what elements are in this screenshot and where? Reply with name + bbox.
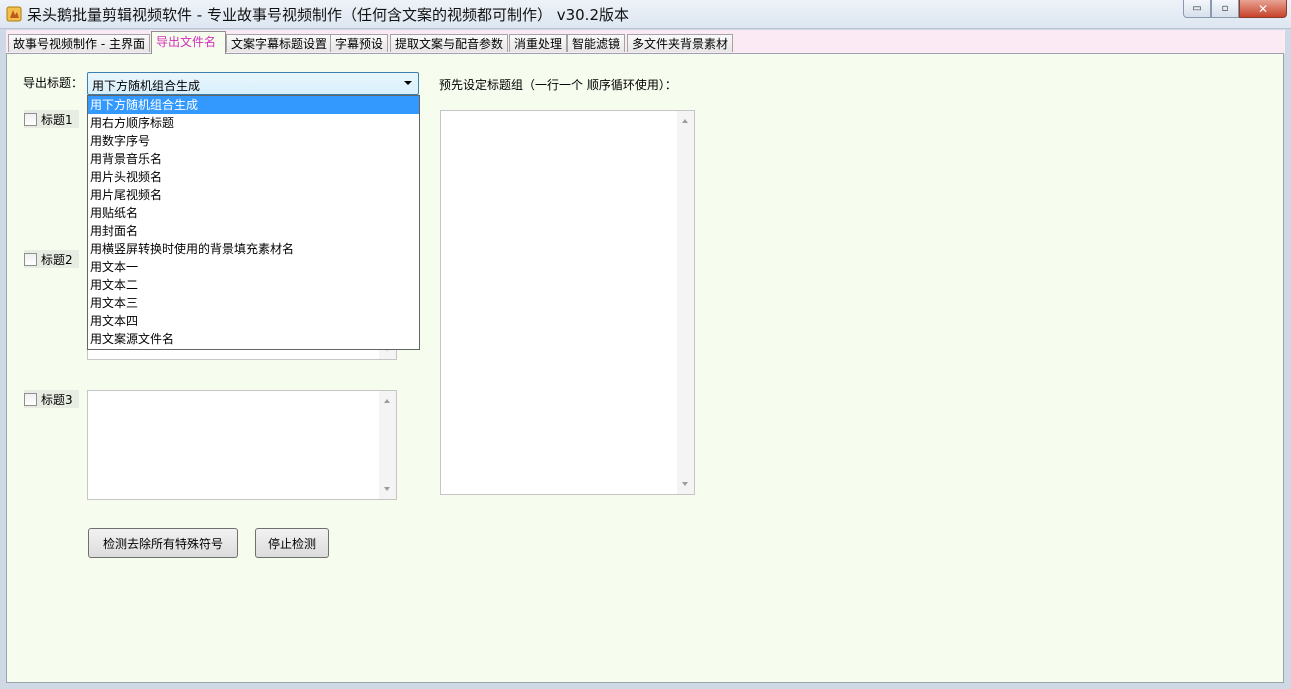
dropdown-option[interactable]: 用片头视频名 bbox=[88, 168, 419, 186]
preset-titles-textarea[interactable] bbox=[440, 110, 695, 495]
blurred-caption bbox=[808, 4, 812, 18]
dropdown-option[interactable]: 用数字序号 bbox=[88, 132, 419, 150]
dropdown-option[interactable]: 用横竖屏转换时使用的背景填充素材名 bbox=[88, 240, 419, 258]
preset-titles-label: 预先设定标题组（一行一个 顺序循环使用）： bbox=[439, 78, 677, 92]
title2-checkbox[interactable] bbox=[24, 252, 37, 266]
scroll-down-icon[interactable] bbox=[682, 482, 688, 486]
scroll-up-icon[interactable] bbox=[682, 119, 688, 123]
tab-multi-folder-bg[interactable]: 多文件夹背景素材 bbox=[627, 34, 734, 52]
title3-textarea[interactable] bbox=[87, 390, 397, 500]
title2-row[interactable]: 标题2 bbox=[24, 250, 79, 268]
export-title-label: 导出标题： bbox=[23, 76, 84, 90]
app-logo-icon bbox=[6, 6, 22, 22]
title3-checkbox[interactable] bbox=[24, 392, 37, 406]
dropdown-option[interactable]: 用片尾视频名 bbox=[88, 186, 419, 204]
preset-scrollbar[interactable] bbox=[677, 111, 694, 494]
tab-subtitle-presets[interactable]: 字幕预设 bbox=[330, 34, 389, 52]
close-button[interactable]: ✕ bbox=[1239, 0, 1287, 18]
title3-row[interactable]: 标题3 bbox=[24, 390, 79, 408]
combo-selected-value: 用下方随机组合生成 bbox=[92, 79, 201, 93]
title3-label: 标题3 bbox=[41, 392, 73, 407]
dropdown-option[interactable]: 用封面名 bbox=[88, 222, 419, 240]
title3-scrollbar[interactable] bbox=[379, 391, 396, 499]
dropdown-option[interactable]: 用贴纸名 bbox=[88, 204, 419, 222]
export-title-dropdown: 用下方随机组合生成 用右方顺序标题 用数字序号 用背景音乐名 用片头视频名 用片… bbox=[87, 95, 420, 350]
title1-row[interactable]: 标题1 bbox=[24, 110, 79, 128]
tab-smart-filter[interactable]: 智能滤镜 bbox=[567, 34, 626, 52]
dropdown-option[interactable]: 用文本一 bbox=[88, 258, 419, 276]
maximize-button[interactable]: ▫ bbox=[1211, 0, 1239, 18]
dropdown-option[interactable]: 用文本二 bbox=[88, 276, 419, 294]
minimize-button[interactable]: ▭ bbox=[1183, 0, 1211, 18]
title2-label: 标题2 bbox=[41, 252, 73, 267]
stop-detect-button[interactable]: 停止检测 bbox=[255, 528, 329, 558]
window-title: 呆头鹅批量剪辑视频软件 - 专业故事号视频制作（任何含文案的视频都可制作） v3… bbox=[27, 6, 629, 24]
tab-dedup[interactable]: 消重处理 bbox=[509, 34, 568, 52]
dropdown-option[interactable]: 用右方顺序标题 bbox=[88, 114, 419, 132]
dropdown-option[interactable]: 用下方随机组合生成 bbox=[88, 96, 419, 114]
tab-main[interactable]: 故事号视频制作 - 主界面 bbox=[8, 34, 150, 52]
chevron-down-icon[interactable] bbox=[404, 81, 412, 85]
title1-label: 标题1 bbox=[41, 112, 73, 127]
tab-extract-dubbing[interactable]: 提取文案与配音参数 bbox=[390, 34, 509, 52]
tab-subtitle-title-settings[interactable]: 文案字幕标题设置 bbox=[226, 34, 333, 52]
scroll-up-icon[interactable] bbox=[384, 399, 390, 403]
scroll-down-icon[interactable] bbox=[384, 487, 390, 491]
export-title-combobox[interactable]: 用下方随机组合生成 bbox=[87, 72, 419, 95]
window-controls: ▭ ▫ ✕ bbox=[1183, 0, 1287, 20]
detect-remove-symbols-button[interactable]: 检测去除所有特殊符号 bbox=[88, 528, 238, 558]
dropdown-option[interactable]: 用文案源文件名 bbox=[88, 330, 419, 348]
tab-export-filename[interactable]: 导出文件名 bbox=[151, 31, 226, 54]
dropdown-option[interactable]: 用文本三 bbox=[88, 294, 419, 312]
dropdown-option[interactable]: 用文本四 bbox=[88, 312, 419, 330]
title-bar: 呆头鹅批量剪辑视频软件 - 专业故事号视频制作（任何含文案的视频都可制作） v3… bbox=[0, 0, 1291, 29]
dropdown-option[interactable]: 用背景音乐名 bbox=[88, 150, 419, 168]
title1-checkbox[interactable] bbox=[24, 112, 37, 126]
